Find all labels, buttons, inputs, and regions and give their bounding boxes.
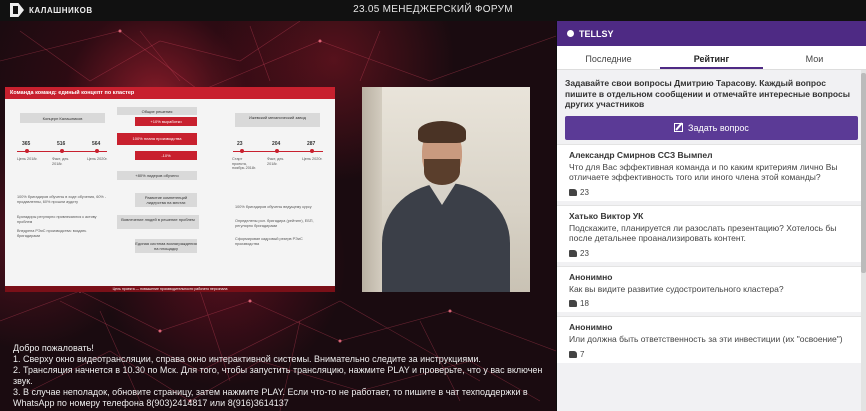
question-text: Подскажите, планируется ли разослать пре… (569, 222, 837, 244)
panel-scrollbar-thumb[interactable] (861, 73, 866, 273)
panel-intro: Задавайте свои вопросы Дмитрию Тарасову.… (565, 78, 850, 109)
like-count: 18 (580, 299, 589, 308)
slide-center-item-1: +10% выработки (135, 117, 197, 126)
welcome-instructions: Добро пожаловать! 1. Сверху окно видеотр… (13, 343, 543, 409)
ask-question-label: Задать вопрос (688, 122, 749, 133)
welcome-line: 1. Сверху окно видеотрансляции, справа о… (13, 354, 481, 364)
question-card: Александр Смирнов ССЗ Вымпел Что для Вас… (557, 143, 866, 201)
question-author: Анонимно (569, 271, 613, 282)
like-count: 23 (580, 187, 589, 197)
panel-header: TELLSY (557, 21, 866, 46)
presentation-slide: Команда команд: единый концепт по класте… (5, 87, 335, 292)
slide-left-label-2: Факт, дек. 2018г. (52, 157, 70, 166)
tab-rating[interactable]: Рейтинг (660, 46, 763, 69)
timeline-dot (95, 149, 99, 153)
speaker-hair (418, 121, 466, 143)
tab-recent[interactable]: Последние (557, 46, 660, 69)
background-shelf (362, 87, 382, 292)
slide-center-item-6: Вовлечение людей в решение проблем (117, 215, 199, 229)
question-text: Или должна быть ответственность за эти и… (569, 334, 843, 344)
speaker-body (382, 183, 510, 292)
welcome-line: Добро пожаловать! (13, 343, 94, 353)
question-text: Что для Вас эффективная команда и по как… (569, 161, 838, 183)
thumbs-up-icon (569, 188, 577, 196)
like-count: 7 (580, 349, 585, 359)
timeline-dot (25, 149, 29, 153)
slide-right-number-1: 23 (237, 141, 243, 147)
question-card: Хатько Виктор УК Подскажите, планируется… (557, 204, 866, 262)
like-count: 23 (580, 248, 589, 258)
like-button[interactable]: 7 (569, 350, 858, 359)
slide-right-number-2: 204 (272, 141, 281, 147)
forum-title: 23.05 МЕНЕДЖЕРСКИЙ ФОРУМ (353, 4, 513, 15)
edit-icon (674, 123, 684, 132)
slide-right-label-3: Цель 2020г. (302, 157, 323, 161)
ask-question-button[interactable]: Задать вопрос (565, 115, 858, 140)
slide-right-label-2: Факт, дек. 2018г. (267, 157, 285, 166)
welcome-line: 3. В случае неполадок, обновите страницу… (13, 387, 528, 408)
question-author: Хатько Виктор УК (569, 210, 644, 221)
slide-left-number-2: 516 (57, 141, 66, 147)
question-author: Александр Смирнов ССЗ Вымпел (569, 149, 713, 160)
tellsy-panel: TELLSY Последние Рейтинг Мои Задавайте с… (557, 21, 866, 411)
like-button[interactable]: 18 (569, 299, 858, 308)
slide-center-title: Общие решения (117, 107, 197, 115)
slide-right-bullet-3: Сформирован кадровый резерв РЭиС произво… (235, 237, 303, 246)
question-author: Анонимно (569, 322, 613, 332)
slide-right-bullet-2: Определены рол. бригадира (рейтинг), ЕБП… (235, 219, 314, 228)
slide-right-number-3: 287 (307, 141, 316, 147)
panel-tabs: Последние Рейтинг Мои (557, 46, 866, 70)
slide-right-label-1: Старт проекта, ноябрь 2018г. (232, 157, 257, 171)
like-button[interactable]: 23 (569, 188, 858, 197)
speaker-beard (424, 159, 460, 185)
welcome-line: 2. Трансляция начнется в 10.30 по Мск. Д… (13, 365, 543, 386)
tab-mine[interactable]: Мои (763, 46, 866, 69)
question-card: Анонимно Как вы видите развитие судостро… (557, 265, 866, 312)
slide-footer: Цель проекта — повышение производительно… (5, 286, 335, 292)
slide-right-bullet-1: 100% бригадиров обучены ведущему курсу (235, 205, 312, 209)
question-card: Анонимно Или должна быть ответственность… (557, 316, 866, 363)
slide-right-title: Ижевский механический завод (235, 113, 320, 127)
slide-center-item-3: -10% (135, 151, 197, 160)
slide-left-title: Концерн Калашников (20, 113, 105, 123)
timeline-dot (275, 149, 279, 153)
slide-left-bullet-1: 100% бригадиров обучены в ходе обучения,… (17, 195, 107, 204)
top-bar: КАЛАШНИКОВ 23.05 МЕНЕДЖЕРСКИЙ ФОРУМ (0, 0, 866, 21)
slide-left-bullet-3: Внедрена РЭиС производства: воздать бриг… (17, 229, 87, 238)
slide-header: Команда команд: единый концепт по класте… (5, 87, 335, 99)
speaker-video (362, 87, 530, 292)
thumbs-up-icon (569, 300, 577, 307)
slide-center-item-2: 100% плана производства (117, 133, 197, 145)
timeline-dot (240, 149, 244, 153)
question-text: Как вы видите развитие судостроительного… (569, 283, 784, 294)
slide-left-label-1: Цель 2018г. (17, 157, 38, 161)
slide-left-label-3: Цель 2020г. (87, 157, 108, 161)
slide-center-item-5: Развитие компетенций лидерства на местах (135, 193, 197, 207)
slide-left-number-3: 564 (92, 141, 101, 147)
thumbs-up-icon (569, 249, 577, 257)
slide-center-item-4: +80% лидеров обучено (117, 171, 197, 180)
slide-left-bullet-2: Бригадиры регулярно привлекаются к актив… (17, 215, 97, 224)
timeline-dot (310, 149, 314, 153)
slide-center-item-7: Единая система вознаграждения на площадк… (135, 239, 197, 253)
like-button[interactable]: 23 (569, 249, 858, 258)
thumbs-up-icon (569, 350, 577, 358)
timeline-dot (60, 149, 64, 153)
slide-left-number-1: 365 (22, 141, 31, 147)
